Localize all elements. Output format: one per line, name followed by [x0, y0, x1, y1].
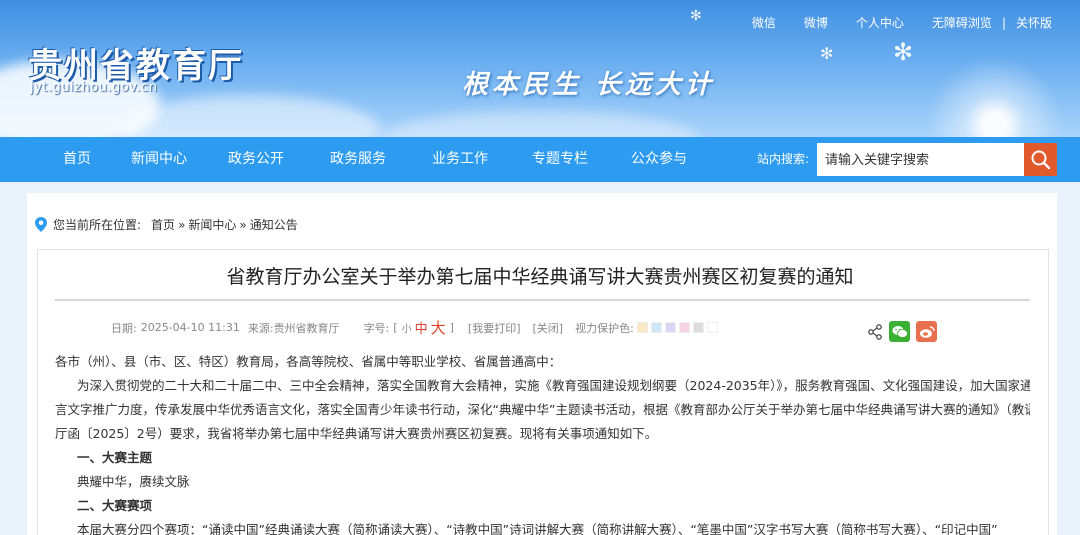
location-pin-icon: [35, 217, 47, 232]
site-domain: jyt.guizhou.gov.cn: [30, 80, 158, 95]
close-button[interactable]: [关闭]: [533, 320, 564, 336]
font-size-label: 字号:: [363, 321, 390, 335]
dandelion-seed-icon: ✻: [893, 38, 914, 66]
body-paragraph: 言文字推广力度，传承发展中华优秀语言文化，落实全国青少年读书行动，深化“典耀中华…: [55, 402, 1030, 417]
nav-item-gov-affairs[interactable]: 政务公开: [228, 137, 284, 182]
print-button[interactable]: [我要打印]: [468, 320, 521, 336]
nav-item-business[interactable]: 业务工作: [432, 137, 488, 182]
breadcrumb-separator: »: [239, 217, 247, 232]
search-button[interactable]: [1024, 143, 1057, 176]
section-heading: 二、大赛赛项: [77, 498, 153, 513]
font-size-bracket-close: ]: [449, 321, 454, 334]
top-links: 微信 微博 个人中心 无障碍浏览 | 关怀版: [724, 14, 1052, 31]
eye-color-swatch[interactable]: [692, 322, 704, 333]
wechat-share-button[interactable]: [889, 321, 910, 342]
weibo-link[interactable]: 微博: [804, 14, 828, 31]
wechat-link[interactable]: 微信: [752, 14, 776, 31]
nav-item-public-participation[interactable]: 公众参与: [631, 137, 687, 182]
font-size-large-button[interactable]: 大: [431, 317, 446, 338]
dandelion-seed-icon: ✻: [820, 44, 834, 63]
nav-item-special-topics[interactable]: 专题专栏: [532, 137, 588, 182]
font-size-small-button[interactable]: 小: [402, 320, 412, 335]
body-paragraph: 典耀中华，赓续文脉: [77, 474, 190, 489]
breadcrumb-separator: »: [178, 217, 186, 232]
title-divider: [55, 299, 1030, 301]
search-input[interactable]: [817, 143, 1025, 176]
eye-color-swatch[interactable]: [678, 322, 690, 333]
body-paragraph: 为深入贯彻党的二十大和二十届二中、三中全会精神，落实全国教育大会精神，实施《教育…: [77, 378, 1030, 393]
font-size-medium-button[interactable]: 中: [415, 318, 428, 337]
elderly-mode-link[interactable]: 关怀版: [1016, 14, 1052, 31]
breadcrumb-home[interactable]: 首页: [151, 216, 175, 233]
eye-color-swatch[interactable]: [664, 322, 676, 333]
nav-item-gov-services[interactable]: 政务服务: [330, 137, 386, 182]
breadcrumb: 您当前所在位置: 首页 » 新闻中心 » 通知公告: [35, 216, 298, 233]
article-body: 各市（州）、县（市、区、特区）教育局，各高等院校、省属中等职业学校、省属普通高中…: [55, 350, 1030, 535]
article-source: 贵州省教育厅: [273, 321, 340, 335]
wechat-icon: [892, 325, 908, 338]
weibo-icon: [919, 325, 935, 338]
nav-item-news[interactable]: 新闻中心: [131, 137, 187, 182]
article-title: 省教育厅办公室关于举办第七届中华经典诵写讲大赛贵州赛区初复赛的通知: [226, 266, 854, 288]
site-header: ✻ ✻ ✻ 贵州省教育厅 jyt.guizhou.gov.cn 根本民生 长远大…: [0, 0, 1080, 137]
breadcrumb-notices[interactable]: 通知公告: [250, 216, 298, 233]
dandelion-seed-icon: ✻: [690, 8, 702, 24]
body-paragraph: 厅函〔2025〕2号）要求，我省将举办第七届中华经典诵写讲大赛贵州赛区初复赛。现…: [55, 426, 658, 441]
site-slogan: 根本民生 长远大计: [462, 70, 716, 100]
personal-center-link[interactable]: 个人中心: [856, 14, 904, 31]
weibo-share-button[interactable]: [916, 321, 937, 342]
eye-protection-label: 视力保护色:: [575, 321, 634, 335]
search-label: 站内搜索:: [757, 152, 810, 166]
eye-color-swatch[interactable]: [706, 322, 718, 333]
body-paragraph: 本届大赛分四个赛项：“诵读中国”经典诵读大赛（简称诵读大赛）、“诗教中国”诗词讲…: [77, 522, 998, 535]
article-meta: 日期: 2025-04-10 11:31 来源: 贵州省教育厅 字号: [ 小 …: [111, 317, 718, 338]
accessibility-link[interactable]: 无障碍浏览: [932, 14, 992, 31]
article-date: 2025-04-10 11:31: [140, 321, 240, 334]
section-heading: 一、大赛主题: [77, 450, 153, 465]
salutation-paragraph: 各市（州）、县（市、区、特区）教育局，各高等院校、省属中等职业学校、省属普通高中…: [55, 354, 562, 369]
breadcrumb-prefix: 您当前所在位置:: [53, 218, 142, 232]
nav-item-home[interactable]: 首页: [63, 137, 91, 182]
share-icon[interactable]: [867, 323, 883, 340]
cloud-decoration: [380, 110, 700, 137]
date-label: 日期:: [111, 321, 137, 335]
font-size-bracket-open: [: [393, 321, 398, 334]
eye-color-swatch[interactable]: [650, 322, 662, 333]
search-icon: [1031, 150, 1051, 170]
breadcrumb-news[interactable]: 新闻中心: [188, 216, 236, 233]
share-bar: [867, 321, 937, 342]
dandelion-decoration: [925, 55, 1065, 137]
top-links-divider: |: [1001, 15, 1006, 30]
eye-color-swatch[interactable]: [636, 322, 648, 333]
source-label: 来源:: [247, 321, 274, 335]
